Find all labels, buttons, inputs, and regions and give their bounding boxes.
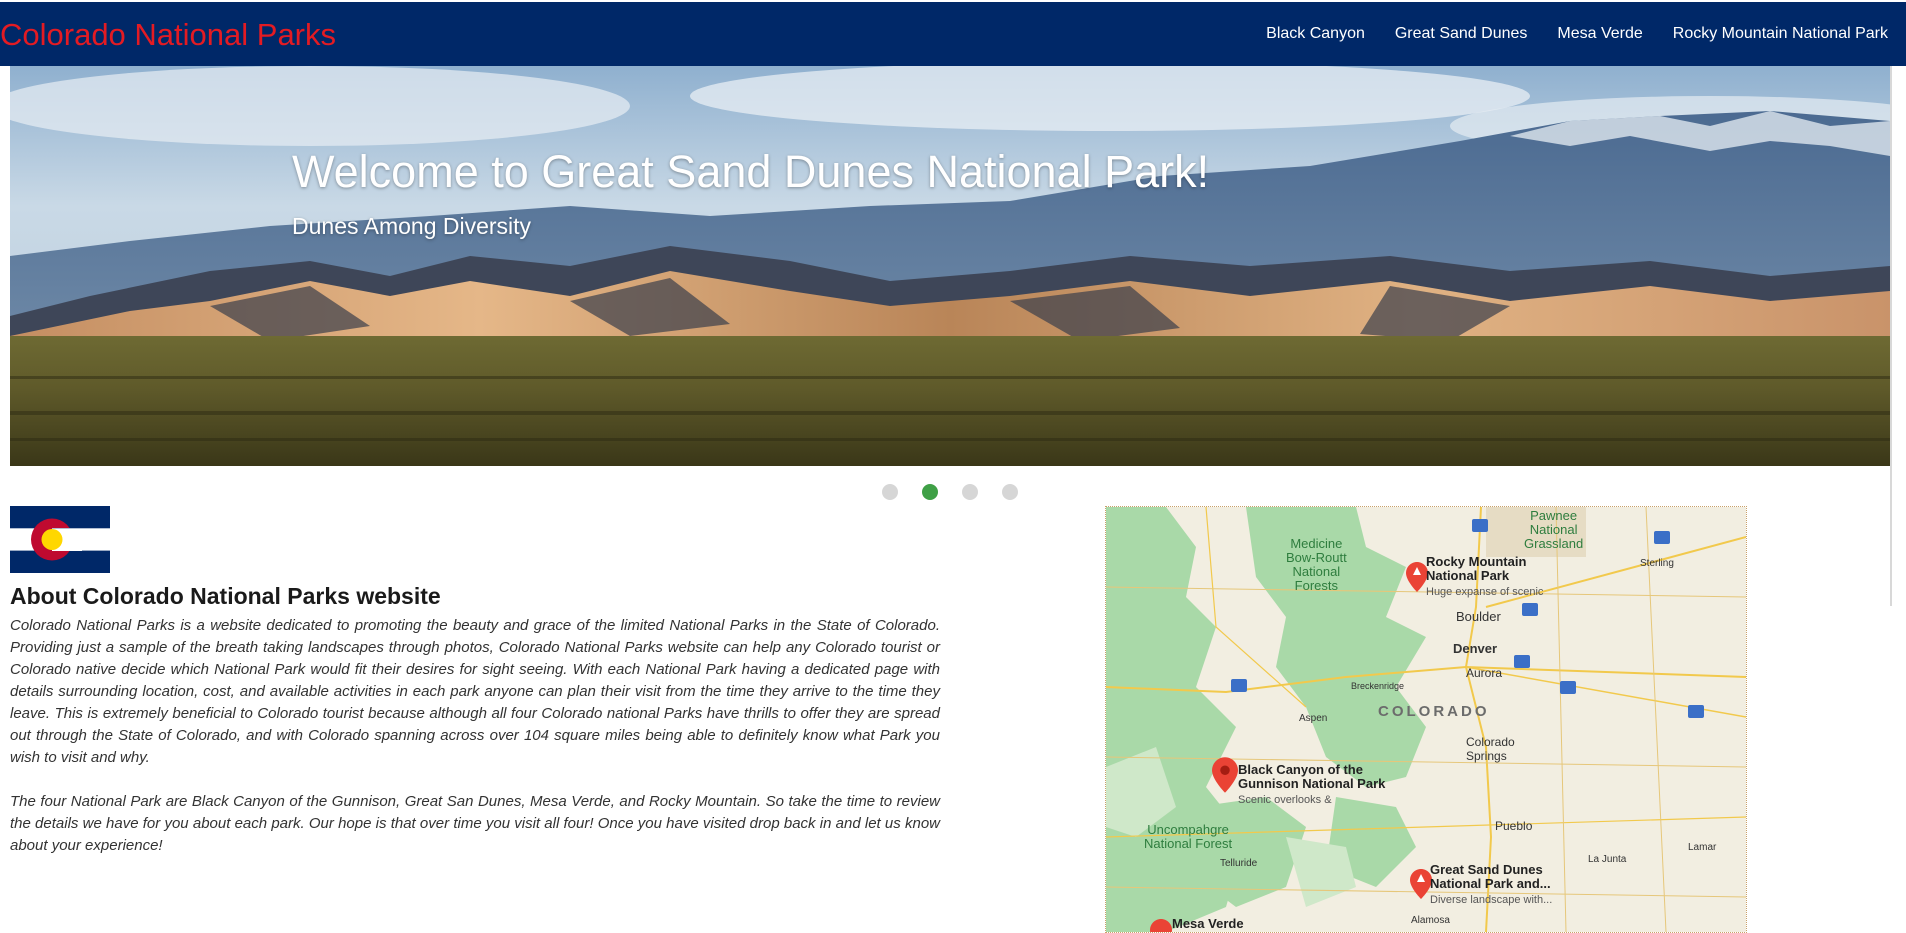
about-heading: About Colorado National Parks website (10, 583, 441, 610)
top-navbar: Colorado National Parks Black Canyon Gre… (0, 2, 1906, 66)
hero-title: Welcome to Great Sand Dunes National Par… (292, 146, 1209, 198)
map-label-state: COLORADO (1378, 705, 1490, 719)
nav-link-mesa-verde[interactable]: Mesa Verde (1557, 24, 1642, 44)
rocky-mountain-desc: Huge expanse of scenic (1426, 585, 1543, 599)
highway-shield-icon (1231, 679, 1247, 692)
map-label-medicine-bow: Medicine Bow-Routt National Forests (1286, 537, 1347, 593)
map-city-denver: Denver (1453, 642, 1497, 656)
map-city-pueblo: Pueblo (1495, 819, 1532, 833)
rocky-mountain-label[interactable]: Rocky Mountain National Park (1426, 555, 1526, 583)
brand-link[interactable]: Colorado National Parks (0, 16, 336, 54)
parks-map[interactable]: Medicine Bow-Routt National Forests Pawn… (1105, 506, 1747, 933)
great-sand-dunes-pin-icon[interactable] (1410, 869, 1432, 899)
black-canyon-label[interactable]: Black Canyon of the Gunnison National Pa… (1238, 763, 1385, 791)
highway-shield-icon (1472, 519, 1488, 532)
map-city-boulder: Boulder (1456, 610, 1501, 624)
map-city-aspen: Aspen (1299, 712, 1327, 726)
map-label-pawnee: Pawnee National Grassland (1524, 509, 1583, 551)
main-nav: Black Canyon Great Sand Dunes Mesa Verde… (1236, 2, 1888, 66)
black-canyon-pin-icon[interactable] (1212, 757, 1238, 793)
nav-link-rocky-mountain[interactable]: Rocky Mountain National Park (1673, 24, 1888, 44)
highway-shield-icon (1522, 603, 1538, 616)
carousel-dot-3[interactable] (962, 484, 978, 500)
highway-shield-icon (1514, 655, 1530, 668)
map-city-sterling: Sterling (1640, 557, 1674, 571)
map-city-lamar: Lamar (1688, 841, 1716, 855)
map-city-breckenridge: Breckenridge (1351, 679, 1404, 693)
hero-carousel: Welcome to Great Sand Dunes National Par… (10, 66, 1890, 466)
map-city-aurora: Aurora (1466, 666, 1502, 680)
colorado-flag-image (10, 506, 110, 573)
map-label-uncompahgre: Uncompahgre National Forest (1144, 823, 1232, 851)
map-city-telluride: Telluride (1220, 857, 1257, 871)
map-city-colorado-springs: Colorado Springs (1466, 735, 1515, 763)
rocky-mountain-pin-icon[interactable] (1406, 562, 1428, 592)
map-city-alamosa: Alamosa (1411, 914, 1450, 928)
highway-shield-icon (1560, 681, 1576, 694)
carousel-dot-1[interactable] (882, 484, 898, 500)
mesa-verde-label[interactable]: Mesa Verde (1172, 917, 1244, 931)
scrollbar-track[interactable] (1890, 66, 1892, 606)
about-paragraph-2: The four National Park are Black Canyon … (10, 791, 940, 857)
carousel-dot-4[interactable] (1002, 484, 1018, 500)
great-sand-dunes-desc: Diverse landscape with... (1430, 893, 1552, 907)
about-paragraph-1: Colorado National Parks is a website ded… (10, 615, 940, 769)
highway-shield-icon (1688, 705, 1704, 718)
black-canyon-desc: Scenic overlooks & (1238, 793, 1332, 807)
nav-link-black-canyon[interactable]: Black Canyon (1266, 24, 1365, 44)
hero-image (10, 66, 1890, 466)
map-city-la-junta: La Junta (1588, 853, 1626, 867)
highway-shield-icon (1654, 531, 1670, 544)
hero-subtitle: Dunes Among Diversity (292, 213, 531, 240)
carousel-dot-2[interactable] (922, 484, 938, 500)
great-sand-dunes-label[interactable]: Great Sand Dunes National Park and... (1430, 863, 1551, 891)
carousel-indicators (882, 484, 1042, 500)
nav-link-great-sand-dunes[interactable]: Great Sand Dunes (1395, 24, 1528, 44)
